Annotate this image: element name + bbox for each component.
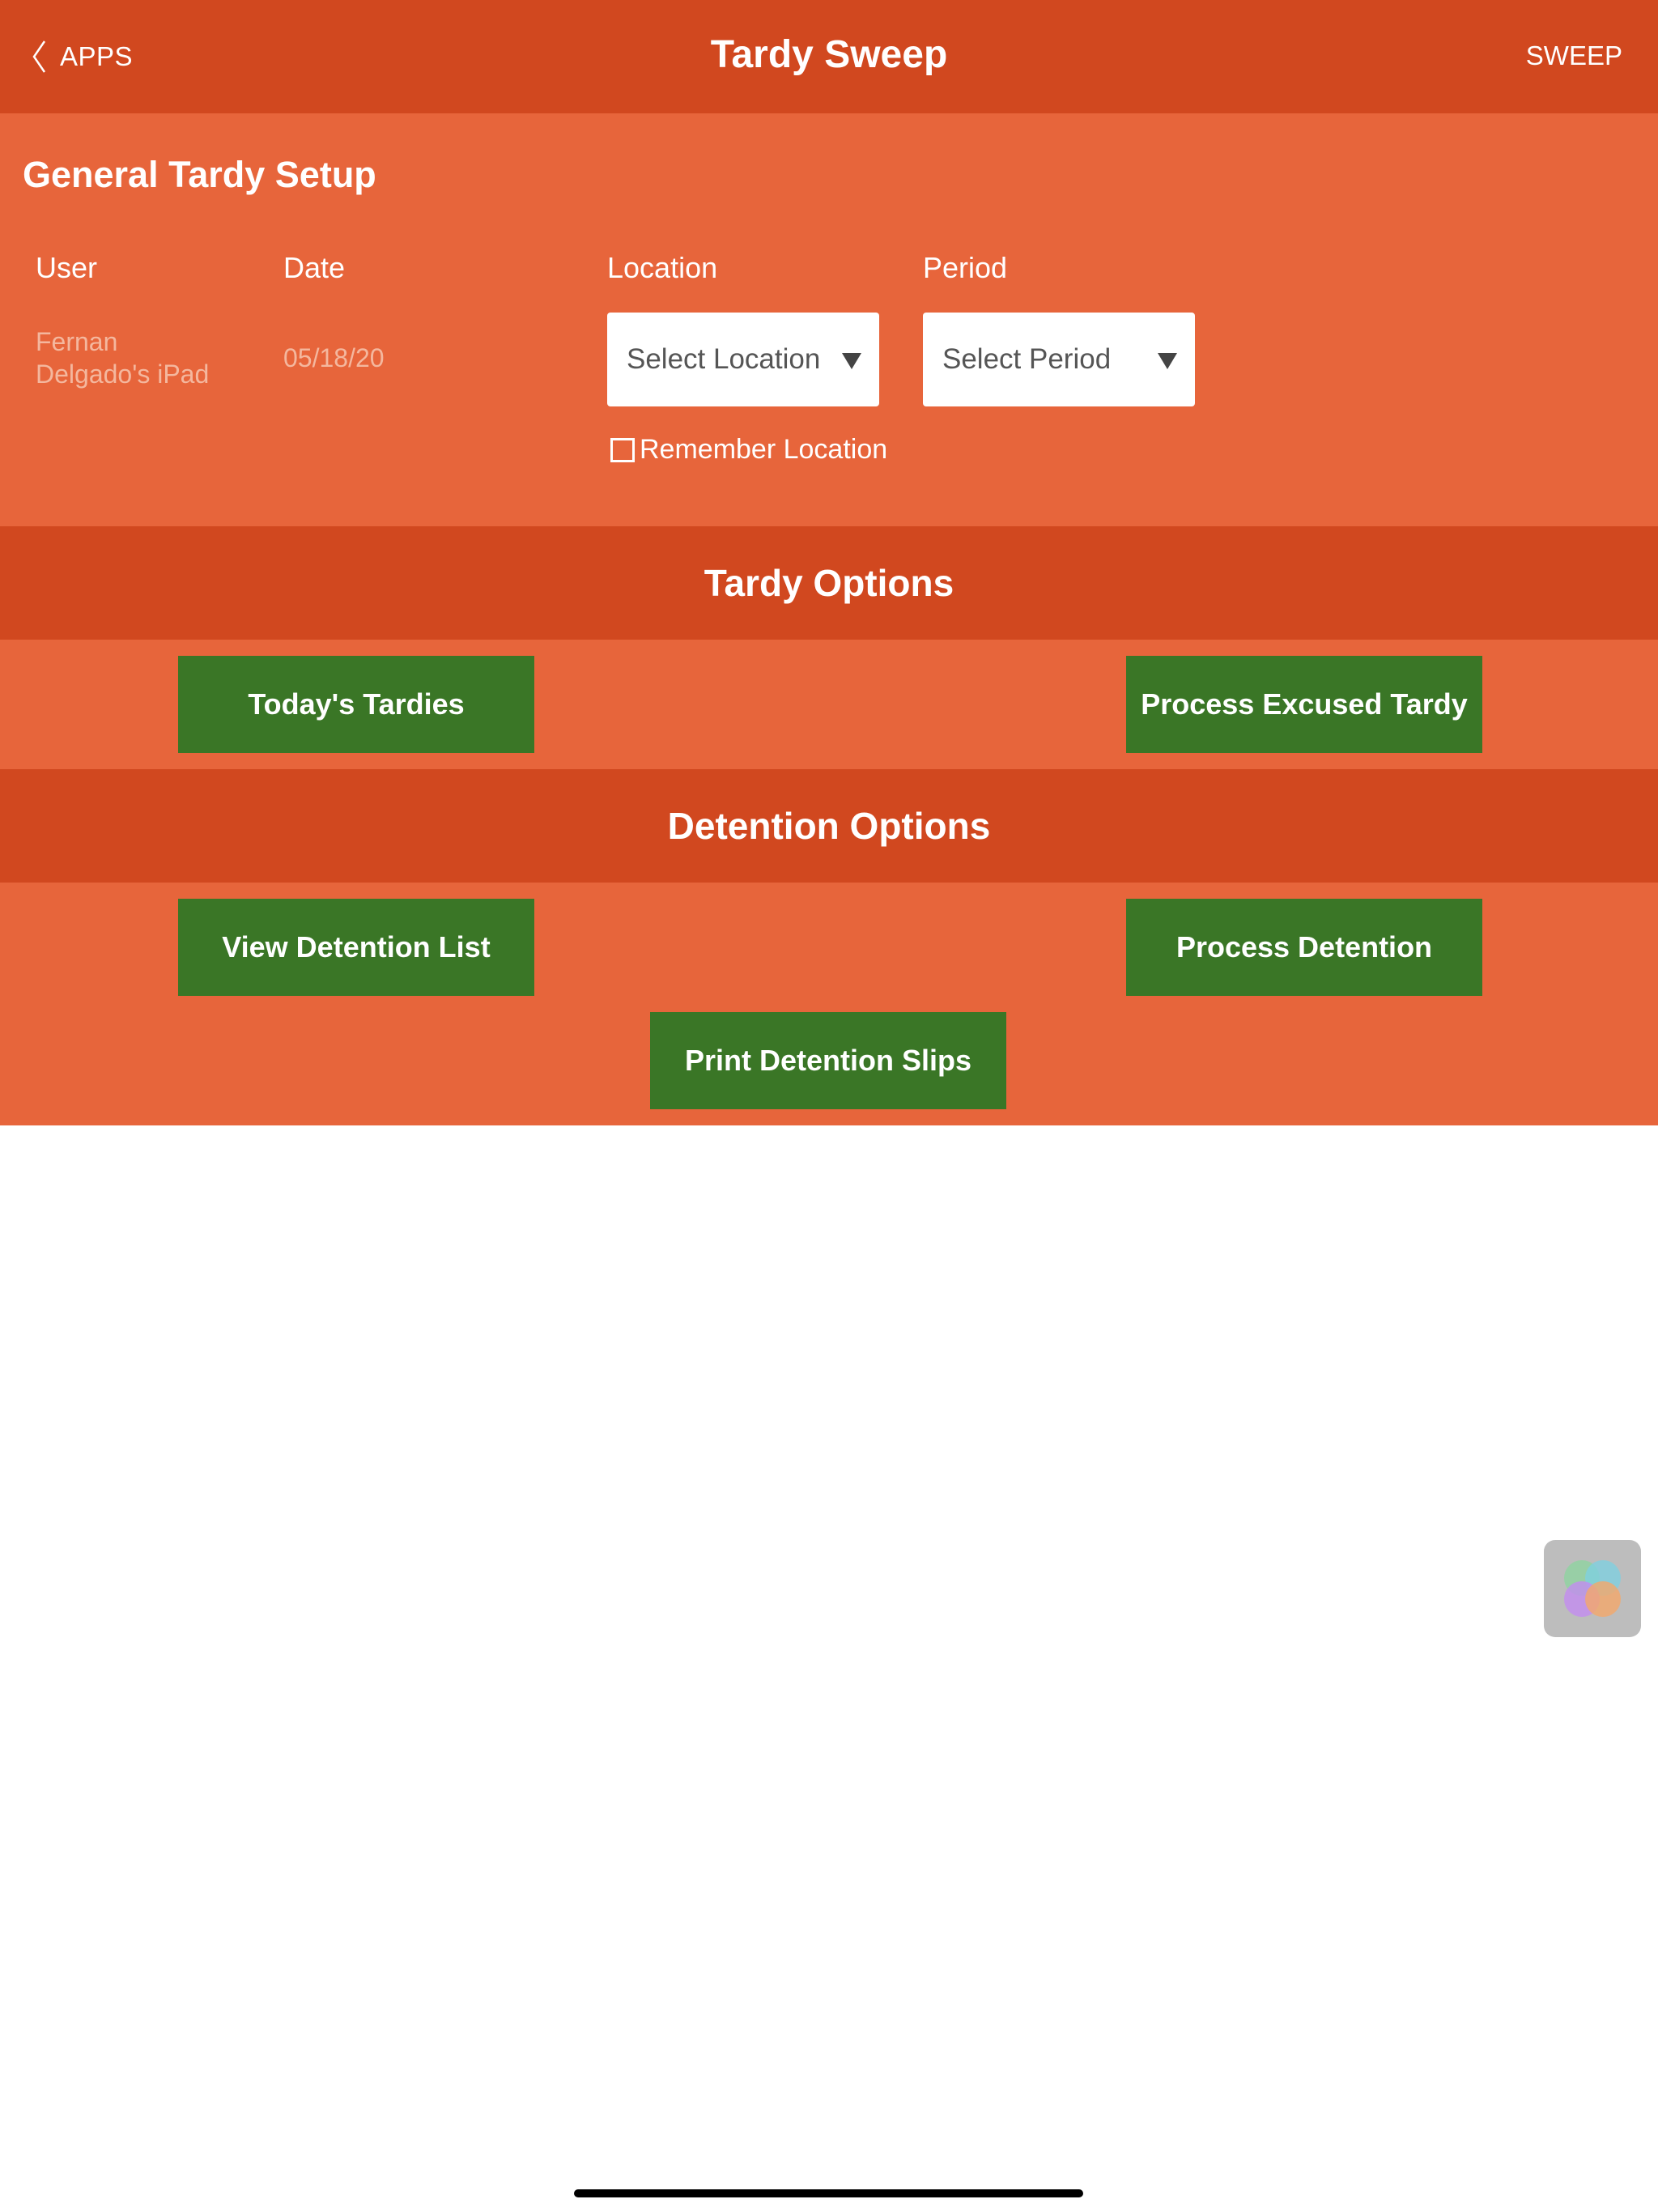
user-value-line1: Fernan — [36, 327, 118, 356]
remember-location-checkbox[interactable] — [610, 437, 635, 462]
period-label: Period — [923, 251, 1008, 284]
tardy-options-area: Today's Tardies Process Excused Tardy — [0, 640, 1658, 769]
todays-tardies-button[interactable]: Today's Tardies — [178, 656, 534, 753]
setup-title: General Tardy Setup — [23, 154, 376, 195]
tardy-options-header: Tardy Options — [0, 526, 1658, 640]
detention-options-area: View Detention List Process Detention Pr… — [0, 883, 1658, 1125]
triangle-down-icon — [1158, 353, 1177, 369]
user-value: Fernan Delgado's iPad — [36, 325, 209, 390]
print-detention-slips-button[interactable]: Print Detention Slips — [650, 1012, 1006, 1109]
view-detention-list-button[interactable]: View Detention List — [178, 899, 534, 996]
period-select[interactable]: Select Period — [923, 313, 1195, 406]
process-excused-tardy-button[interactable]: Process Excused Tardy — [1126, 656, 1482, 753]
general-setup-panel: General Tardy Setup User Date Location P… — [0, 113, 1658, 526]
page-title: Tardy Sweep — [710, 33, 948, 76]
user-label: User — [36, 251, 98, 284]
detention-options-header: Detention Options — [0, 769, 1658, 883]
location-select[interactable]: Select Location — [607, 313, 879, 406]
period-select-value: Select Period — [942, 343, 1112, 375]
date-value: 05/18/20 — [283, 343, 385, 372]
date-label: Date — [283, 251, 346, 284]
navigation-bar: APPS Tardy Sweep SWEEP — [0, 0, 1658, 113]
location-select-value: Select Location — [627, 343, 821, 375]
process-detention-button[interactable]: Process Detention — [1126, 899, 1482, 996]
location-label: Location — [607, 251, 718, 284]
home-indicator — [574, 2189, 1083, 2197]
assistive-touch-button[interactable] — [1544, 1540, 1641, 1637]
remember-location-toggle[interactable]: Remember Location — [610, 434, 887, 466]
sweep-button[interactable]: SWEEP — [1526, 40, 1622, 71]
user-value-line2: Delgado's iPad — [36, 359, 210, 389]
triangle-down-icon — [842, 353, 861, 369]
assistive-touch-icon — [1564, 1560, 1621, 1617]
remember-location-label: Remember Location — [640, 434, 888, 465]
